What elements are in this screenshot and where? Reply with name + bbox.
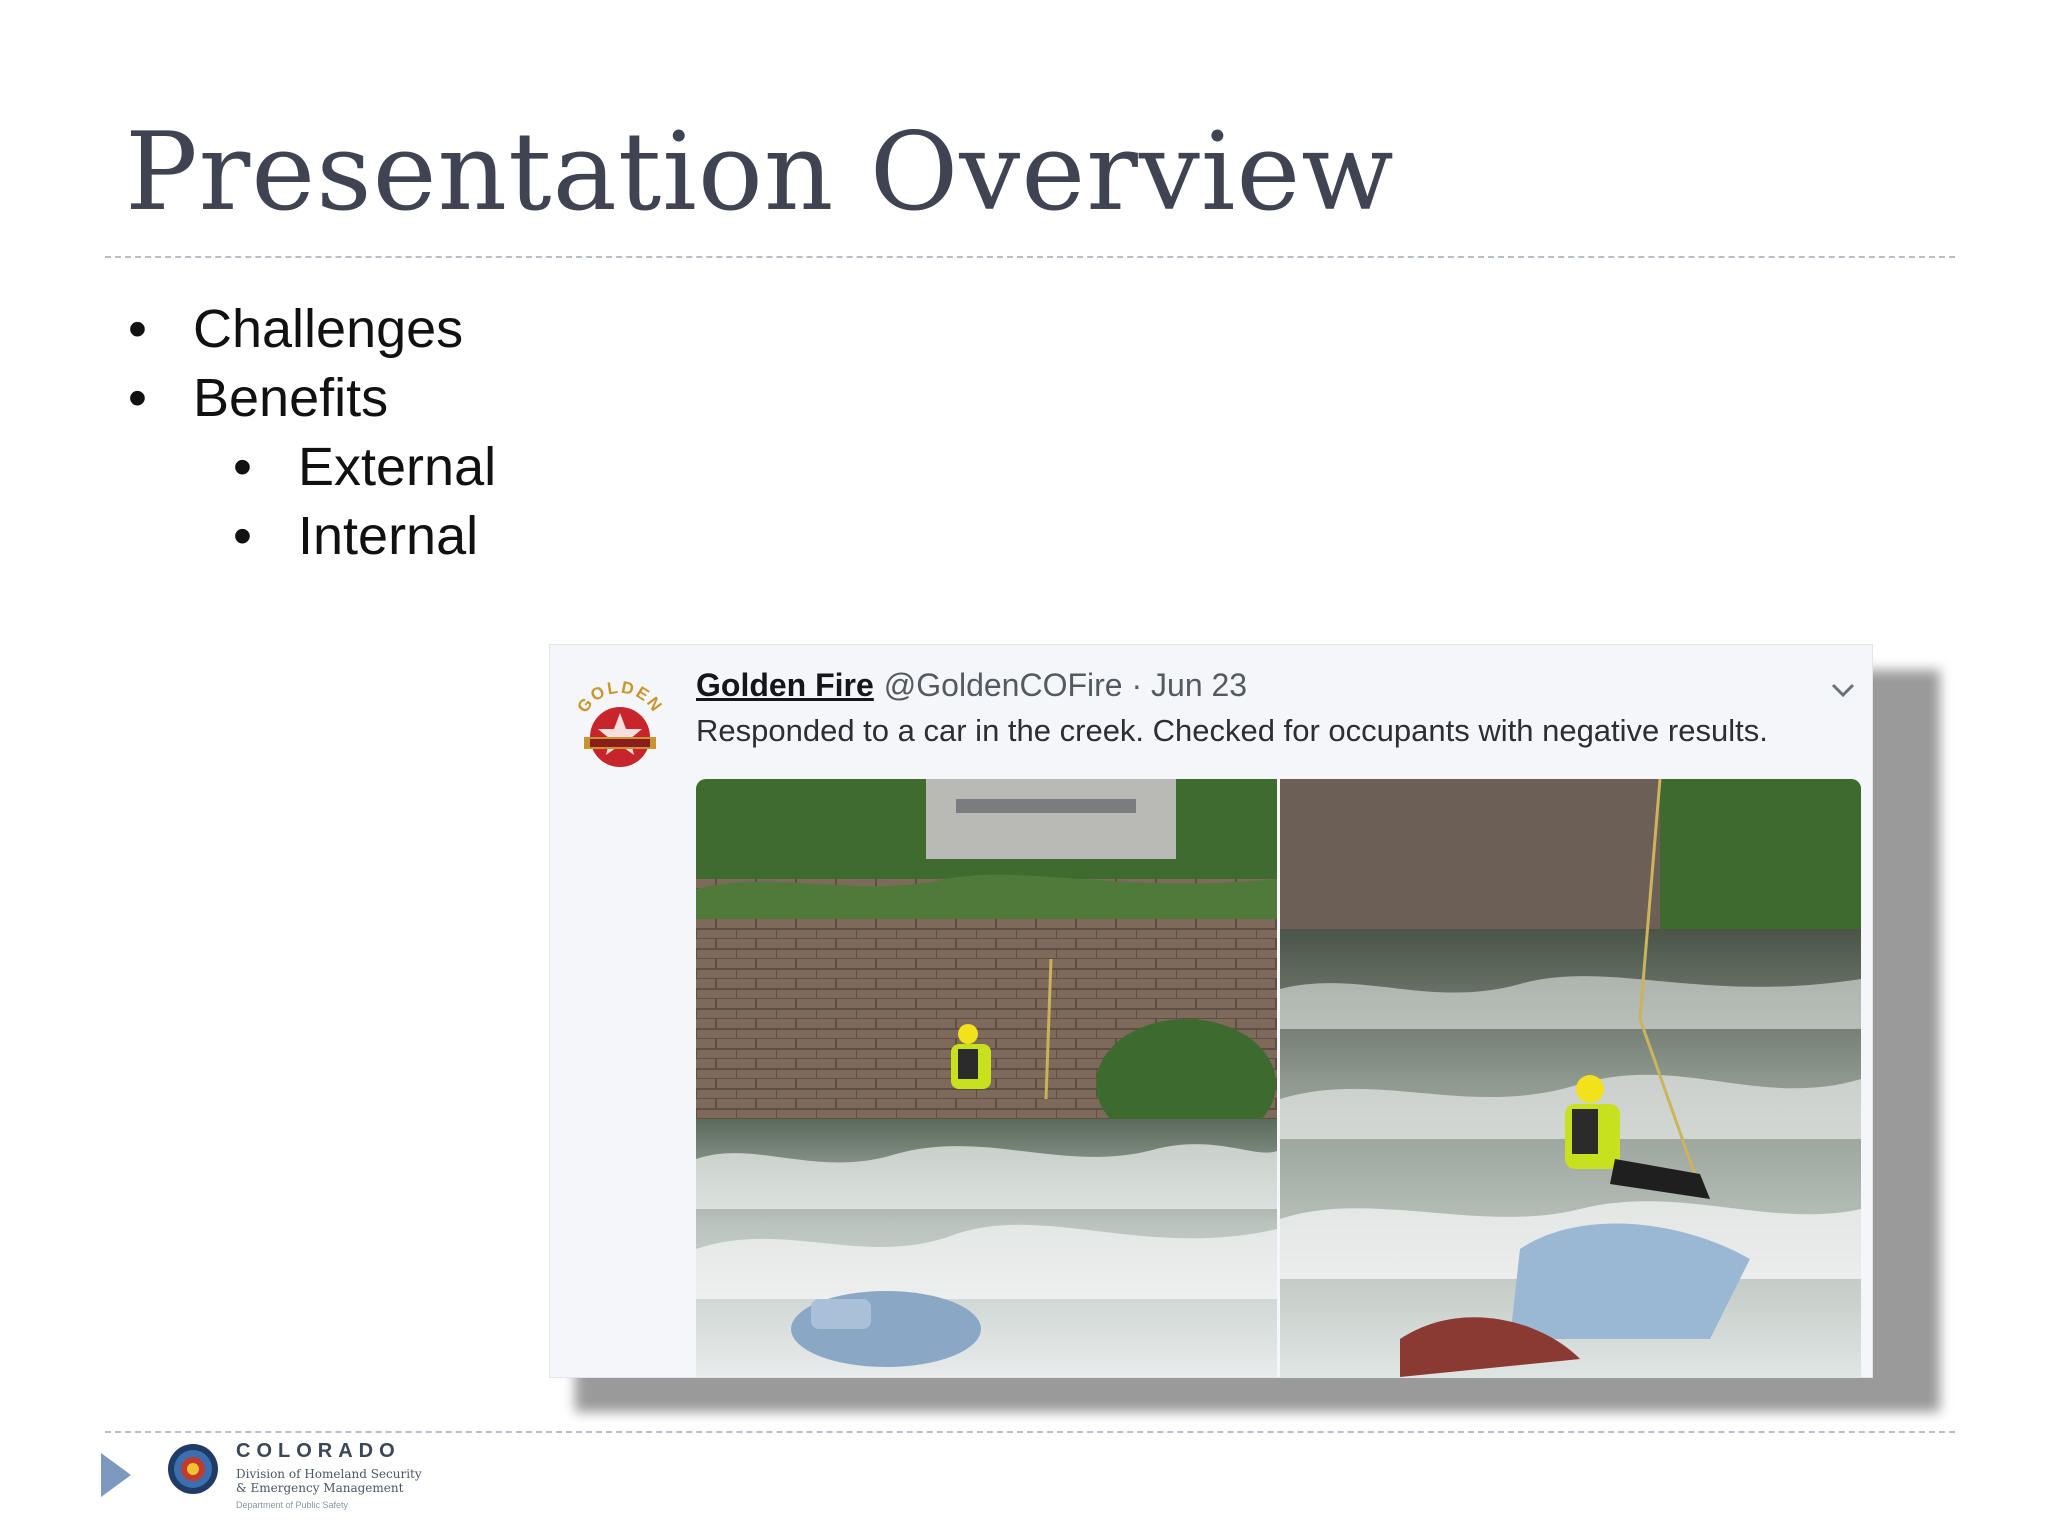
chevron-down-icon [1831, 683, 1855, 698]
title-divider [105, 256, 1955, 258]
tweet-header: Golden Fire @GoldenCOFire · Jun 23 [696, 667, 1247, 704]
footer-org-division-line1: Division of Homeland Security [236, 1467, 422, 1481]
bullet-dot: • [128, 299, 147, 359]
bullet-text: Challenges [193, 299, 464, 359]
golden-fire-logo-icon: GOLDEN [573, 678, 665, 767]
tweet-screenshot: GOLDEN Golden Fire @GoldenCOFire · Jun 23… [550, 645, 1872, 1377]
bullet-dot: • [233, 437, 252, 497]
bullet-text: External [298, 437, 497, 497]
tweet-photo-left [696, 779, 1277, 1377]
bullet-text: Internal [298, 506, 479, 566]
footer-org-department: Department of Public Safety [236, 1500, 349, 1510]
colorado-seal-icon [168, 1444, 218, 1494]
tweet-date: · Jun 23 [1131, 667, 1248, 703]
tweet-author-name: Golden Fire [696, 667, 874, 703]
footer-org-division-line2: & Emergency Management [236, 1481, 404, 1495]
slide-marker-triangle-icon [101, 1453, 131, 1497]
footer-org-state: COLORADO [236, 1440, 401, 1462]
tweet-handle: @GoldenCOFire [883, 667, 1123, 703]
bullet-dot: • [128, 368, 147, 428]
footer-org-division: Division of Homeland Security & Emergenc… [236, 1467, 422, 1495]
tweet-text: Responded to a car in the creek. Checked… [696, 713, 1768, 748]
footer-divider [105, 1431, 1955, 1433]
bullet-text: Benefits [193, 368, 389, 428]
bullet-dot: • [233, 506, 252, 566]
tweet-photo-right [1280, 779, 1861, 1377]
slide-title: Presentation Overview [125, 110, 1395, 235]
